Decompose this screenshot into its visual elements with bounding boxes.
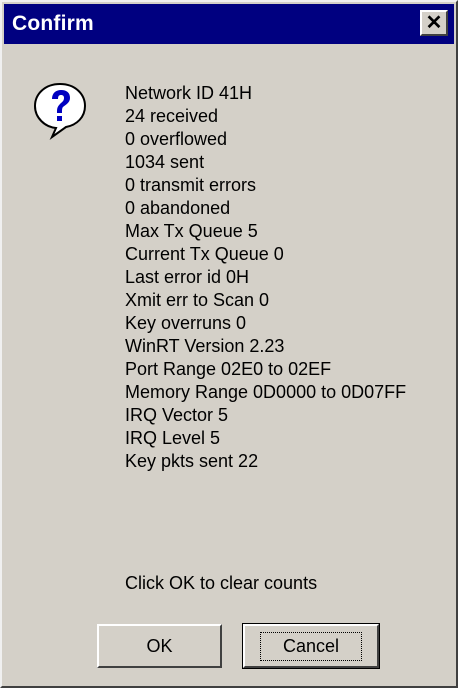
- message-line: Network ID 41H: [125, 83, 253, 103]
- message-line: Memory Range 0D0000 to 0D07FF: [125, 382, 407, 402]
- message-line: IRQ Level 5: [125, 428, 221, 448]
- question-mark-icon: [33, 82, 87, 140]
- message-line: Port Range 02E0 to 02EF: [125, 359, 332, 379]
- message-line: IRQ Vector 5: [125, 405, 229, 425]
- close-icon: ✕: [425, 12, 443, 34]
- message-line: 24 received: [125, 106, 219, 126]
- window-title: Confirm: [12, 12, 94, 35]
- cancel-button[interactable]: Cancel: [242, 623, 380, 669]
- title-bar[interactable]: Confirm ✕: [4, 4, 454, 44]
- ok-button[interactable]: OK: [97, 624, 222, 668]
- cancel-button-label: Cancel: [259, 631, 363, 661]
- message-text: Network ID 41H 24 received 0 overflowed 103…: [125, 82, 406, 473]
- message-line: 0 overflowed: [125, 129, 228, 149]
- message-line: Key pkts sent 22: [125, 451, 259, 471]
- message-line: Max Tx Queue 5: [125, 221, 258, 241]
- confirm-dialog: Confirm ✕ Network ID 41H 24 received 0 ove…: [0, 0, 458, 688]
- prompt-text: Click OK to clear counts: [125, 573, 318, 593]
- message-line: Xmit err to Scan 0: [125, 290, 270, 310]
- message-line: WinRT Version 2.23: [125, 336, 285, 356]
- message-line: 0 abandoned: [125, 198, 231, 218]
- message-line: Key overruns 0: [125, 313, 247, 333]
- message-line: 1034 sent: [125, 152, 205, 172]
- message-line: 0 transmit errors: [125, 175, 257, 195]
- message-line: Last error id 0H: [125, 267, 250, 287]
- message-line: Current Tx Queue 0: [125, 244, 284, 264]
- close-button[interactable]: ✕: [420, 10, 448, 36]
- ok-button-label: OK: [146, 635, 173, 656]
